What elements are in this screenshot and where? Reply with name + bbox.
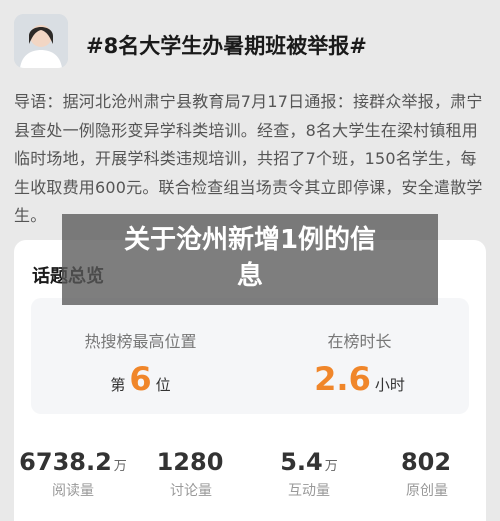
- duration-block: 在榜时长 2.6 小时: [250, 298, 469, 414]
- hot-rank-block: 热搜榜最高位置 第 6 位: [31, 298, 250, 414]
- topic-header: #8名大学生办暑期班被举报#: [0, 0, 500, 80]
- stat-reads: 6738.2 万 阅读量: [14, 448, 132, 500]
- stat-discussions-value: 1280: [156, 448, 224, 476]
- stat-reads-unit: 万: [113, 459, 127, 474]
- stat-reads-value: 6738.2: [19, 448, 112, 476]
- avatar[interactable]: [14, 14, 68, 68]
- duration-label: 在榜时长: [327, 332, 392, 351]
- stat-original-caption: 原创量: [406, 483, 448, 499]
- hot-rank-suffix: 位: [155, 376, 171, 394]
- hot-rank-label: 热搜榜最高位置: [84, 332, 197, 351]
- overlay-line-1: 关于沧州新增1例的信: [123, 225, 377, 255]
- duration-suffix: 小时: [374, 376, 405, 394]
- hot-rank-prefix: 第: [110, 376, 126, 394]
- hot-rank-value-row: 第 6 位: [31, 360, 250, 398]
- stats-row: 6738.2 万 阅读量 1280 讨论量 5.4 万 互动量 802 原创量: [14, 448, 486, 508]
- stat-original-value: 802: [400, 448, 452, 476]
- duration-value: 2.6: [314, 360, 371, 398]
- stat-original: 802 原创量: [368, 448, 486, 500]
- stat-interactions-value: 5.4: [280, 448, 323, 476]
- stat-discussions-caption: 讨论量: [170, 483, 212, 499]
- stat-reads-caption: 阅读量: [52, 483, 94, 499]
- page-title: #8名大学生办暑期班被举报#: [86, 34, 367, 58]
- hot-rank-value: 6: [129, 360, 152, 398]
- stat-interactions: 5.4 万 互动量: [250, 448, 368, 500]
- duration-value-row: 2.6 小时: [250, 360, 469, 398]
- headline-overlay[interactable]: 关于沧州新增1例的信 息: [62, 214, 438, 305]
- overlay-line-2: 息: [236, 261, 263, 291]
- rank-box: 热搜榜最高位置 第 6 位 在榜时长 2.6 小时: [31, 298, 469, 414]
- stat-discussions: 1280 讨论量: [132, 448, 250, 500]
- stat-interactions-unit: 万: [324, 459, 338, 474]
- topic-intro: 导语：据河北沧州肃宁县教育局7月17日通报：接群众举报，肃宁县查处一例隐形变异学…: [14, 92, 483, 225]
- stat-interactions-caption: 互动量: [288, 483, 330, 499]
